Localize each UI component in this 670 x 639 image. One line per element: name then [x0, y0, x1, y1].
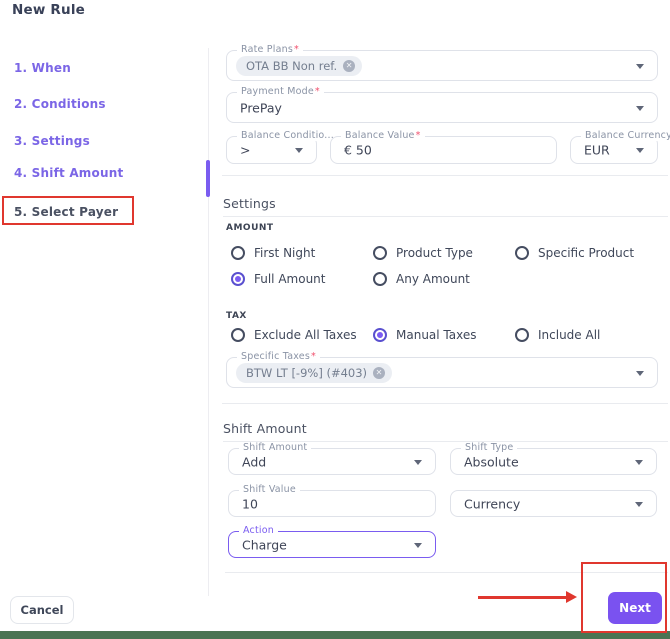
payment-mode-value: PrePay [240, 100, 282, 115]
dropdown-caret-icon [414, 542, 422, 548]
balance-condition-select[interactable]: Balance Conditio... > [226, 130, 338, 164]
action-value: Charge [242, 537, 287, 552]
dropdown-caret-icon [414, 459, 422, 465]
radio-any-amount[interactable]: Any Amount [373, 272, 470, 286]
sidebar-divider [208, 48, 209, 596]
dropdown-caret-icon [636, 370, 644, 376]
balance-condition-label: Balance Conditio... [237, 130, 338, 141]
balance-value-text: € 50 [344, 142, 372, 158]
shift-amount-value: Add [242, 454, 267, 469]
settings-heading: Settings [223, 196, 668, 217]
stepper-item-settings[interactable]: 3. Settings [14, 134, 90, 148]
bottom-bar [0, 631, 670, 639]
specific-tax-chip: BTW LT [-9%] (#403) ✕ [236, 362, 393, 383]
balance-value-input[interactable]: Balance Value* € 50 [330, 130, 557, 164]
dropdown-caret-icon [635, 501, 643, 507]
radio-unchecked-icon[interactable] [231, 246, 245, 260]
balance-value-label: Balance Value* [341, 130, 425, 141]
radio-unchecked-icon[interactable] [373, 246, 387, 260]
annotation-arrow-head-icon [566, 591, 577, 603]
chip-remove-icon[interactable]: ✕ [343, 59, 356, 72]
rate-plan-chip: OTA BB Non ref. ✕ [236, 55, 363, 76]
stepper-item-shift-amount[interactable]: 4. Shift Amount [14, 166, 123, 180]
radio-full-amount[interactable]: Full Amount [231, 272, 326, 286]
shift-type-label: Shift Type [461, 442, 518, 453]
radio-unchecked-icon[interactable] [515, 328, 529, 342]
shift-amount-select[interactable]: Shift Amount Add [228, 442, 436, 475]
action-select[interactable]: Action Charge [228, 525, 436, 558]
section-divider [222, 175, 668, 176]
shift-type-value: Absolute [464, 454, 519, 469]
shift-amount-heading: Shift Amount [223, 421, 668, 442]
radio-include-all[interactable]: Include All [515, 328, 600, 342]
required-asterisk: * [314, 86, 320, 97]
rate-plans-select[interactable]: Rate Plans* OTA BB Non ref. ✕ [226, 44, 658, 81]
shift-type-select[interactable]: Shift Type Absolute [450, 442, 657, 475]
dropdown-caret-icon [636, 105, 644, 111]
radio-unchecked-icon[interactable] [231, 328, 245, 342]
required-asterisk: * [415, 130, 421, 141]
shift-value-text: 10 [242, 496, 258, 511]
dropdown-caret-icon [635, 459, 643, 465]
section-divider [222, 403, 668, 404]
action-label: Action [239, 525, 278, 536]
stepper-item-conditions[interactable]: 2. Conditions [14, 97, 106, 111]
amount-group-label: AMOUNT [226, 223, 274, 233]
shift-value-input[interactable]: Shift Value 10 [228, 484, 436, 517]
currency-placeholder: Currency [464, 496, 521, 511]
cancel-button[interactable]: Cancel [10, 596, 74, 624]
dropdown-caret-icon [295, 148, 303, 153]
radio-unchecked-icon[interactable] [373, 272, 387, 286]
dropdown-caret-icon [636, 148, 644, 153]
radio-specific-product[interactable]: Specific Product [515, 246, 634, 260]
annotation-arrow-line [478, 596, 568, 599]
radio-product-type[interactable]: Product Type [373, 246, 473, 260]
annotation-rect-select-payer [2, 196, 134, 225]
radio-checked-icon[interactable] [373, 328, 387, 342]
specific-taxes-select[interactable]: Specific Taxes* BTW LT [-9%] (#403) ✕ [226, 351, 658, 388]
payment-mode-select[interactable]: Payment Mode* PrePay [226, 86, 658, 123]
chip-remove-icon[interactable]: ✕ [373, 366, 386, 379]
tax-group-label: TAX [226, 311, 247, 321]
radio-first-night[interactable]: First Night [231, 246, 315, 260]
shift-value-label: Shift Value [239, 484, 300, 495]
scrollbar-thumb[interactable] [206, 160, 210, 197]
shift-amount-label: Shift Amount [239, 442, 312, 453]
new-rule-dialog: New Rule 1. When 2. Conditions 3. Settin… [0, 0, 670, 639]
radio-checked-icon[interactable] [231, 272, 245, 286]
stepper-item-when[interactable]: 1. When [14, 61, 71, 75]
balance-condition-value: > [240, 142, 251, 158]
currency-select[interactable]: Currency [450, 490, 657, 517]
page-title: New Rule [12, 2, 86, 18]
balance-currency-label: Balance Currency [581, 130, 670, 141]
dropdown-caret-icon [636, 63, 644, 69]
balance-currency-value: EUR [584, 142, 610, 158]
radio-manual-taxes[interactable]: Manual Taxes [373, 328, 476, 342]
annotation-rect-next [581, 562, 667, 633]
balance-currency-select[interactable]: Balance Currency EUR [570, 130, 670, 164]
radio-exclude-all-taxes[interactable]: Exclude All Taxes [231, 328, 357, 342]
payment-mode-label: Payment Mode* [237, 86, 324, 97]
radio-unchecked-icon[interactable] [515, 246, 529, 260]
